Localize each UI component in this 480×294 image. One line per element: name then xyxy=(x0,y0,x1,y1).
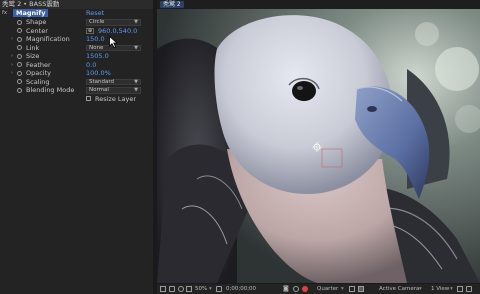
stopwatch-icon[interactable] xyxy=(17,62,22,67)
viewer-toolbar: 50% ▾ 0;00;00;00 ◙ Quarter ▾ Active Came… xyxy=(157,283,480,294)
resolution-dropdown[interactable]: Quarter xyxy=(317,284,338,294)
mask-visibility-icon[interactable] xyxy=(178,286,184,292)
shape-dropdown[interactable]: Circle ▼ xyxy=(86,19,141,26)
always-preview-icon[interactable] xyxy=(160,286,166,292)
opacity-value[interactable]: 100.0% xyxy=(86,69,111,78)
dropdown-value: None xyxy=(89,44,104,51)
feather-value[interactable]: 0.0 xyxy=(86,61,96,70)
reset-link[interactable]: Reset xyxy=(86,9,104,18)
viewer-tab-bar: 秃鹫 2 xyxy=(157,0,480,9)
property-size: › Size 1505.0 xyxy=(0,52,153,61)
property-link: Link None ▼ xyxy=(0,44,153,53)
fit-icon[interactable] xyxy=(216,286,222,292)
property-center: Center ⊕ 960.0,540.0 xyxy=(0,27,153,36)
dropdown-value: Normal xyxy=(89,87,109,93)
stopwatch-icon[interactable] xyxy=(17,28,22,33)
pixel-aspect-icon[interactable] xyxy=(457,286,463,292)
panel-title: 秃鹫 2 • BASS震動 xyxy=(0,0,153,9)
fx-icon[interactable]: fx xyxy=(2,10,7,17)
stopwatch-icon[interactable] xyxy=(17,19,22,25)
dropdown-value: Standard xyxy=(89,78,115,85)
property-feather: › Feather 0.0 xyxy=(0,61,153,70)
chevron-down-icon: ▼ xyxy=(134,19,138,25)
vulture-image xyxy=(157,9,480,283)
property-label: Blending Mode xyxy=(26,86,75,94)
dropdown-value: Circle xyxy=(89,19,105,25)
center-value[interactable]: 960.0,540.0 xyxy=(98,27,137,36)
blending-mode-dropdown[interactable]: Normal ▼ xyxy=(86,87,141,94)
twirl-arrow-icon[interactable]: › xyxy=(11,69,13,78)
show-channel-icon[interactable] xyxy=(302,286,308,292)
region-of-interest-icon[interactable] xyxy=(349,286,355,292)
color-channel-icon[interactable] xyxy=(293,286,299,292)
crosshair-icon[interactable]: ⊕ xyxy=(86,27,94,34)
stopwatch-icon[interactable] xyxy=(17,36,22,42)
chevron-down-icon: ▾ xyxy=(419,286,422,292)
stopwatch-icon[interactable] xyxy=(17,45,22,50)
twirl-arrow-icon[interactable]: › xyxy=(11,52,13,61)
stopwatch-icon[interactable] xyxy=(17,79,22,84)
effect-controls-panel: 秃鹫 2 • BASS震動 fx Magnify Reset Shape Cir… xyxy=(0,0,153,294)
stopwatch-icon[interactable] xyxy=(17,70,22,76)
checkbox-label: Resize Layer xyxy=(95,94,137,103)
composition-viewer[interactable] xyxy=(157,9,480,283)
effect-name[interactable]: Magnify xyxy=(13,9,49,17)
property-scaling: Scaling Standard ▼ xyxy=(0,78,153,87)
chevron-down-icon: ▼ xyxy=(134,78,138,85)
property-label: Scaling xyxy=(26,77,50,86)
timecode[interactable]: 0;00;00;00 xyxy=(226,284,256,294)
transparency-grid-icon[interactable] xyxy=(186,286,192,292)
twirl-arrow-icon[interactable]: › xyxy=(11,61,13,70)
property-label: Size xyxy=(26,52,40,60)
property-resize-layer: Resize Layer xyxy=(0,95,153,104)
view-layout-dropdown[interactable]: 1 View xyxy=(431,284,449,294)
resize-layer-checkbox[interactable] xyxy=(86,96,91,101)
scaling-dropdown[interactable]: Standard ▼ xyxy=(86,78,141,85)
effect-header[interactable]: fx Magnify Reset xyxy=(0,9,153,18)
property-label: Link xyxy=(26,43,40,52)
chevron-down-icon: ▾ xyxy=(341,286,344,292)
size-value[interactable]: 1505.0 xyxy=(86,52,109,61)
magnification-value[interactable]: 150.0 xyxy=(86,35,105,44)
camera-dropdown[interactable]: Active Camera xyxy=(379,284,419,294)
transparency-toggle-icon[interactable] xyxy=(358,286,364,292)
property-label: Magnification xyxy=(26,35,70,43)
property-label: Shape xyxy=(26,18,47,26)
property-shape: Shape Circle ▼ xyxy=(0,18,153,27)
chevron-down-icon: ▼ xyxy=(134,44,138,51)
property-label: Feather xyxy=(26,60,51,69)
property-blending-mode: Blending Mode Normal ▼ xyxy=(0,86,153,95)
property-label: Opacity xyxy=(26,69,52,77)
expand-icon[interactable] xyxy=(466,286,472,292)
property-label: Center xyxy=(26,26,48,35)
property-opacity: › Opacity 100.0% xyxy=(0,69,153,78)
chevron-down-icon: ▾ xyxy=(450,286,453,292)
property-magnification: › Magnification 150.0 xyxy=(0,35,153,44)
twirl-arrow-icon[interactable]: › xyxy=(11,35,13,44)
zoom-dropdown[interactable]: 50% xyxy=(195,284,207,294)
chevron-down-icon: ▼ xyxy=(134,87,138,93)
stopwatch-icon[interactable] xyxy=(17,87,22,93)
grid-icon[interactable] xyxy=(169,286,175,292)
chevron-down-icon: ▾ xyxy=(209,286,212,292)
camera-snapshot-icon[interactable]: ◙ xyxy=(283,284,289,294)
mouse-cursor-icon xyxy=(109,36,118,48)
tab-composition[interactable]: 秃鹫 2 xyxy=(160,1,184,8)
stopwatch-icon[interactable] xyxy=(17,53,22,59)
